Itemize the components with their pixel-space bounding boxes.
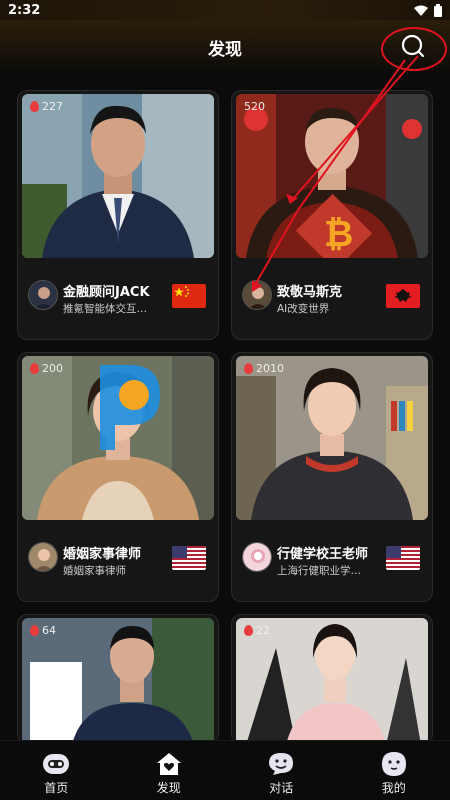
home-heart-icon [155,751,183,777]
profile-icon [380,751,408,777]
bottom-nav: 首页 发现 对话 我的 [0,740,450,800]
annotation-arrows [252,55,419,292]
chat-icon [267,751,295,777]
nav-discover[interactable]: 发现 [113,741,226,800]
nav-home[interactable]: 首页 [0,741,113,800]
nav-label: 对话 [269,781,294,795]
nav-label: 发现 [156,781,181,795]
nav-profile[interactable]: 我的 [338,741,450,800]
nav-label: 首页 [44,781,69,795]
nav-chat[interactable]: 对话 [225,741,338,800]
nav-label: 我的 [381,781,406,795]
robot-icon [42,751,70,777]
